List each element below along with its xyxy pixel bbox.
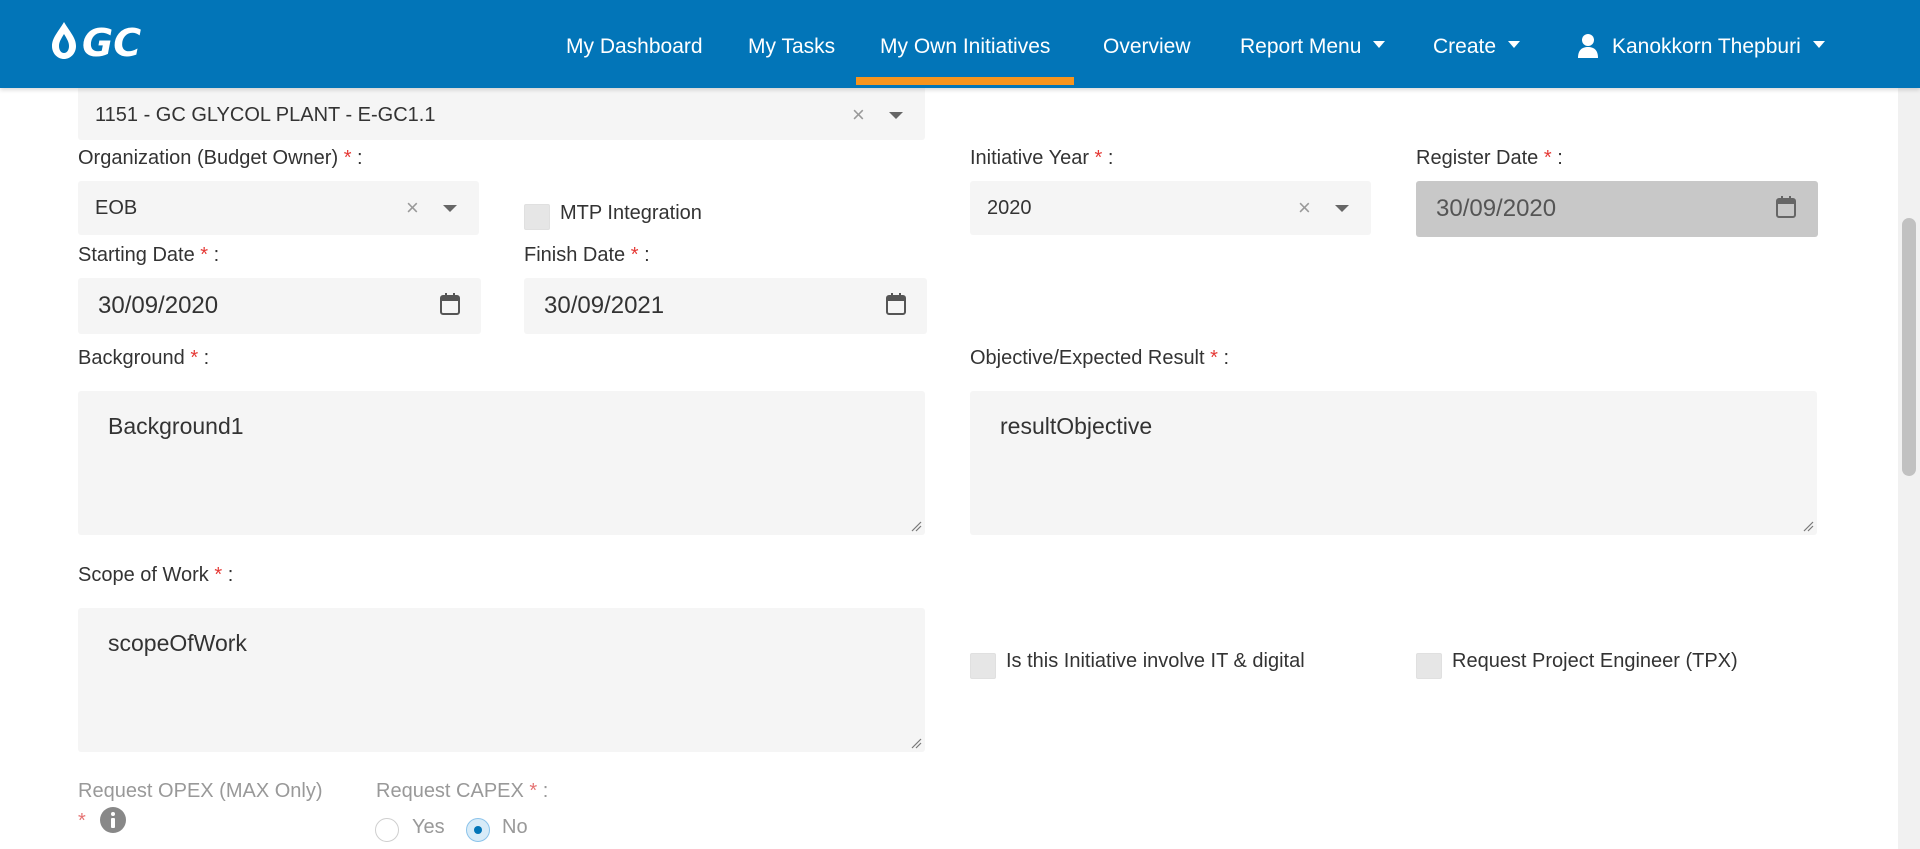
- label-suffix: :: [1217, 347, 1230, 369]
- organization-select-value: EOB: [95, 197, 138, 219]
- background-label: Background * :: [78, 347, 209, 370]
- organization-select[interactable]: EOB ×: [78, 181, 479, 235]
- label-suffix: :: [222, 564, 234, 586]
- required-mark: *: [1543, 147, 1552, 169]
- calendar-icon: [1776, 196, 1796, 218]
- plant-select-value: 1151 - GC GLYCOL PLANT - E-GC1.1: [95, 104, 436, 126]
- label-suffix: :: [1551, 147, 1563, 169]
- objective-label: Objective/Expected Result * :: [970, 347, 1229, 370]
- top-navbar: GC My Dashboard My Tasks My Own Initiati…: [0, 0, 1920, 88]
- resize-handle-icon[interactable]: [910, 520, 922, 532]
- starting-date-input[interactable]: 30/09/2020: [78, 278, 481, 334]
- label-suffix: :: [537, 780, 549, 802]
- dropdown-arrow-icon[interactable]: [443, 205, 457, 212]
- register-date-label-text: Register Date: [1416, 147, 1539, 169]
- initiative-year-select-value: 2020: [987, 197, 1032, 219]
- finish-date-label: Finish Date * :: [524, 244, 650, 267]
- capex-yes-radio[interactable]: [375, 818, 399, 842]
- plant-select[interactable]: 1151 - GC GLYCOL PLANT - E-GC1.1 ×: [78, 86, 925, 140]
- starting-date-label: Starting Date * :: [78, 244, 219, 267]
- dropdown-arrow-icon[interactable]: [889, 112, 903, 119]
- initiative-year-label-text: Initiative Year: [970, 147, 1089, 169]
- background-value: Background1: [108, 413, 244, 439]
- starting-date-label-text: Starting Date: [78, 244, 195, 266]
- request-tpx-label: Request Project Engineer (TPX): [1452, 650, 1738, 672]
- organization-label-text: Organization (Budget Owner): [78, 147, 339, 169]
- it-digital-checkbox[interactable]: [970, 653, 996, 679]
- gc-logo[interactable]: GC: [48, 18, 180, 64]
- calendar-icon[interactable]: [440, 293, 460, 315]
- objective-label-text: Objective/Expected Result: [970, 347, 1205, 369]
- required-mark: *: [1210, 347, 1218, 369]
- required-mark: *: [343, 147, 352, 169]
- label-suffix: :: [198, 347, 210, 369]
- request-capex-label-text: Request CAPEX: [376, 780, 524, 802]
- scope-of-work-label: Scope of Work * :: [78, 564, 233, 587]
- initiative-year-label: Initiative Year * :: [970, 147, 1113, 170]
- capex-no-label: No: [502, 816, 528, 838]
- finish-date-input[interactable]: 30/09/2021: [524, 278, 927, 334]
- resize-handle-icon[interactable]: [1802, 520, 1814, 532]
- scope-of-work-label-text: Scope of Work: [78, 564, 209, 586]
- user-menu[interactable]: Kanokkorn Thepburi: [1578, 0, 1825, 88]
- user-name: Kanokkorn Thepburi: [1612, 35, 1801, 58]
- starting-date-value: 30/09/2020: [98, 292, 219, 319]
- nav-my-own-initiatives[interactable]: My Own Initiatives: [855, 0, 1075, 88]
- clear-icon[interactable]: ×: [406, 181, 419, 235]
- nav-my-tasks[interactable]: My Tasks: [748, 0, 835, 88]
- scrollbar-thumb[interactable]: [1902, 218, 1916, 476]
- nav-report-menu[interactable]: Report Menu: [1240, 0, 1386, 88]
- scope-of-work-value: scopeOfWork: [108, 630, 247, 656]
- scope-of-work-textarea[interactable]: scopeOfWork: [78, 608, 925, 752]
- objective-value: resultObjective: [1000, 413, 1153, 439]
- initiative-year-select[interactable]: 2020 ×: [970, 181, 1371, 235]
- register-date-value: 30/09/2020: [1436, 195, 1557, 222]
- label-suffix: :: [1102, 147, 1114, 169]
- register-date-input: 30/09/2020: [1416, 181, 1818, 237]
- objective-textarea[interactable]: resultObjective: [970, 391, 1817, 535]
- finish-date-label-text: Finish Date: [524, 244, 626, 266]
- nav-create-label: Create: [1433, 35, 1497, 58]
- dropdown-arrow-icon[interactable]: [1335, 205, 1349, 212]
- required-mark: *: [214, 564, 223, 586]
- request-tpx-checkbox[interactable]: [1416, 653, 1442, 679]
- register-date-label: Register Date * :: [1416, 147, 1563, 170]
- background-label-text: Background: [78, 347, 185, 369]
- nav-create[interactable]: Create: [1433, 0, 1521, 88]
- nav-report-menu-label: Report Menu: [1240, 35, 1362, 58]
- background-textarea[interactable]: Background1: [78, 391, 925, 535]
- required-mark: *: [78, 810, 86, 832]
- user-icon: [1578, 34, 1598, 58]
- organization-label: Organization (Budget Owner) * :: [78, 147, 363, 170]
- finish-date-value: 30/09/2021: [544, 292, 665, 319]
- chevron-down-icon: [1812, 40, 1825, 48]
- it-digital-label: Is this Initiative involve IT & digital: [1006, 650, 1305, 672]
- brand-text: GC: [82, 21, 141, 64]
- clear-icon[interactable]: ×: [852, 88, 865, 142]
- capex-no-radio[interactable]: [466, 818, 490, 842]
- label-suffix: :: [638, 244, 650, 266]
- info-icon[interactable]: [100, 807, 126, 833]
- mtp-integration-checkbox[interactable]: [524, 204, 550, 230]
- chevron-down-icon: [1508, 40, 1521, 48]
- resize-handle-icon[interactable]: [910, 737, 922, 749]
- page-scrollbar[interactable]: [1898, 0, 1920, 849]
- clear-icon[interactable]: ×: [1298, 181, 1311, 235]
- label-suffix: :: [208, 244, 220, 266]
- calendar-icon[interactable]: [886, 293, 906, 315]
- capex-yes-label: Yes: [412, 816, 445, 838]
- nav-overview[interactable]: Overview: [1103, 0, 1191, 88]
- mtp-integration-label: MTP Integration: [560, 202, 702, 224]
- required-mark: *: [630, 244, 639, 266]
- label-suffix: :: [351, 147, 363, 169]
- request-opex-label: Request OPEX (MAX Only): [78, 780, 323, 802]
- nav-my-dashboard[interactable]: My Dashboard: [566, 0, 703, 88]
- required-mark: *: [190, 347, 199, 369]
- request-capex-label: Request CAPEX * :: [376, 780, 548, 803]
- required-mark: *: [200, 244, 209, 266]
- chevron-down-icon: [1373, 40, 1386, 48]
